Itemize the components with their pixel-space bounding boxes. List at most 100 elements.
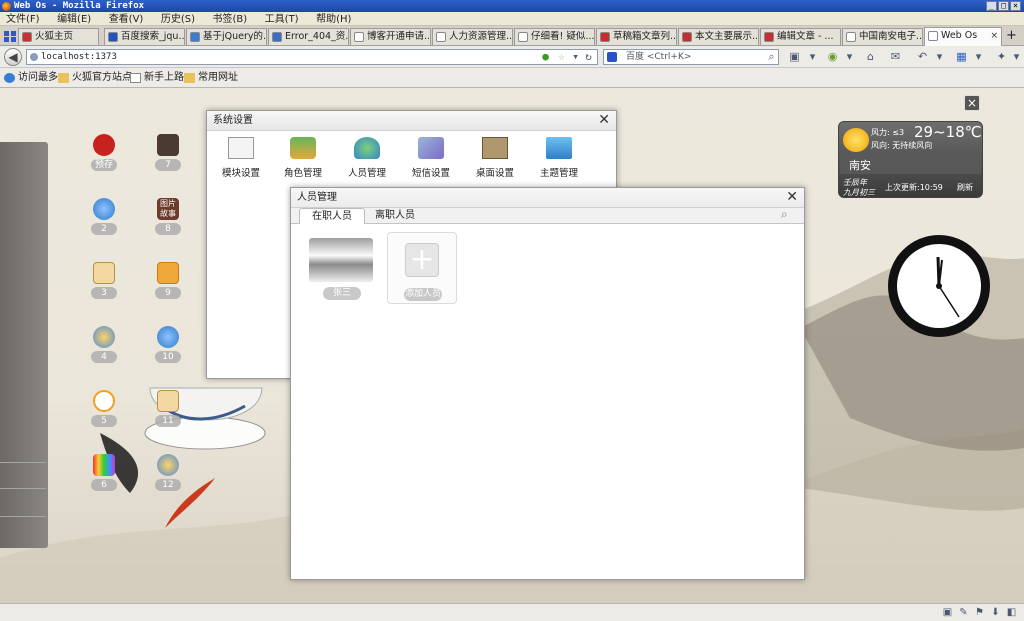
menu-edit[interactable]: 编辑(E): [57, 13, 91, 27]
close-icon[interactable]: ✕: [598, 111, 610, 130]
dropdown-arrow-icon[interactable]: ▾: [569, 50, 582, 63]
desktop-icon-12[interactable]: 12: [155, 454, 181, 496]
bookmark-most-visited[interactable]: 访问最多: [4, 71, 58, 85]
mail-icon[interactable]: ✉: [889, 50, 902, 63]
users-icon: [354, 137, 380, 159]
window-title-bar: 系统设置 ✕: [207, 111, 616, 131]
back-button[interactable]: ◀: [4, 48, 22, 66]
browser-tab[interactable]: Web Os ×: [924, 27, 1002, 46]
maximize-button[interactable]: □: [998, 1, 1009, 11]
download-icon[interactable]: ⬇: [990, 607, 1001, 618]
card-label: 张三: [323, 287, 361, 300]
desktop-settings-button[interactable]: 桌面设置: [467, 137, 523, 179]
sms-settings-button[interactable]: 短信设置: [403, 137, 459, 179]
reload-icon[interactable]: ↻: [582, 50, 595, 63]
addon-icon[interactable]: ◉: [826, 50, 839, 63]
undo-icon[interactable]: ↶: [916, 50, 929, 63]
url-bar[interactable]: localhost:1373 ● ☆ ▾ ↻: [26, 49, 598, 65]
bookmark-getting-started[interactable]: 新手上路: [130, 71, 184, 85]
tab-former-staff[interactable]: 离职人员: [363, 208, 427, 224]
left-dock-panel: [0, 142, 48, 548]
icon-label: 6: [91, 479, 117, 491]
city-name: 南安: [849, 159, 871, 172]
refresh-link[interactable]: 刷新: [957, 182, 973, 193]
module-settings-button[interactable]: 模块设置: [213, 137, 269, 179]
browser-tab[interactable]: 火狐主页: [18, 28, 99, 45]
lunar-date: 九月初三: [843, 188, 875, 197]
tools-icon[interactable]: ✎: [958, 607, 969, 618]
new-tab-button[interactable]: +: [1006, 28, 1017, 44]
bookmark-common-sites[interactable]: 常用网址: [184, 71, 238, 85]
browser-tab[interactable]: 编辑文章 - ...: [760, 28, 841, 45]
tab-favicon-icon: [190, 32, 200, 42]
baidu-engine-icon[interactable]: [607, 52, 617, 62]
search-input[interactable]: 百度 <Ctrl+K> ⌕: [603, 49, 779, 65]
icon-label: 预存: [91, 159, 117, 171]
bookmarks-bar: 访问最多 火狐官方站点 新手上路 常用网址: [0, 68, 1024, 88]
menu-bookmarks[interactable]: 书签(B): [213, 13, 248, 27]
card-label: 添加人员: [404, 288, 442, 301]
menu-file[interactable]: 文件(F): [6, 13, 40, 27]
add-staff-card[interactable]: + 添加人员: [387, 232, 457, 304]
close-window-button[interactable]: ×: [1010, 1, 1021, 11]
staff-card-zhangsan[interactable]: 张三: [309, 232, 379, 304]
desktop-icon-3[interactable]: 3: [91, 262, 117, 304]
browser-tab[interactable]: 百度搜索_jqu...: [104, 28, 185, 45]
role-management-button[interactable]: 角色管理: [275, 137, 331, 179]
desktop-icon-4[interactable]: 4: [91, 326, 117, 368]
dropdown-arrow-icon[interactable]: ▾: [1010, 50, 1023, 63]
icon-label: 2: [91, 223, 117, 235]
dropdown-arrow-icon[interactable]: ▾: [806, 50, 819, 63]
browser-tab[interactable]: 博客开通申请...: [350, 28, 431, 45]
bookmark-star-icon[interactable]: ☆: [555, 50, 568, 63]
theme-management-button[interactable]: 主题管理: [531, 137, 587, 179]
tab-label: 本文主要展示...: [695, 31, 759, 42]
desktop-icon-deposit[interactable]: 预存: [91, 134, 117, 176]
most-visited-icon: [4, 73, 15, 83]
dropdown-arrow-icon[interactable]: ▾: [843, 50, 856, 63]
desktop-icon-2[interactable]: 2: [91, 198, 117, 240]
tab-active-staff[interactable]: 在职人员: [299, 208, 365, 224]
go-icon[interactable]: ●: [539, 50, 552, 63]
browser-tab[interactable]: 本文主要展示...: [678, 28, 759, 45]
search-icon[interactable]: ⌕: [781, 207, 788, 222]
menu-tools[interactable]: 工具(T): [265, 13, 299, 27]
browser-tab[interactable]: Error_404_资...: [268, 28, 349, 45]
personnel-management-button[interactable]: 人员管理: [339, 137, 395, 179]
tools-icon[interactable]: ✦: [995, 50, 1008, 63]
bookmark-firefox-site[interactable]: 火狐官方站点: [58, 71, 132, 85]
browser-tab[interactable]: 草稿箱文章列...: [596, 28, 677, 45]
close-widget-button[interactable]: ×: [964, 95, 980, 111]
browser-tab[interactable]: 人力资源管理...: [432, 28, 513, 45]
screenshot-icon[interactable]: ▣: [788, 50, 801, 63]
tab-favicon-icon: [518, 32, 528, 42]
minimize-button[interactable]: _: [986, 1, 997, 11]
dropdown-arrow-icon[interactable]: ▾: [933, 50, 946, 63]
roles-icon: [290, 137, 316, 159]
dropdown-arrow-icon[interactable]: ▾: [972, 50, 985, 63]
home-icon[interactable]: ⌂: [864, 50, 877, 63]
menu-help[interactable]: 帮助(H): [316, 13, 351, 27]
apps-grid-icon[interactable]: ▦: [955, 50, 968, 63]
desktop-icon-7[interactable]: 7: [155, 134, 181, 176]
desktop-icon-6[interactable]: 6: [91, 454, 117, 496]
addon-bar-icon[interactable]: ◧: [1006, 607, 1017, 618]
butterfly-icon: [93, 326, 115, 348]
desktop-icon-9[interactable]: 9: [155, 262, 181, 304]
color-palette-icon: [93, 454, 115, 476]
screen-icon[interactable]: ▣: [942, 607, 953, 618]
desktop-icon-11[interactable]: 11: [155, 390, 181, 432]
desktop-icon-8[interactable]: 图片 故事 8: [155, 198, 181, 240]
browser-tab[interactable]: 中国南安电子...: [842, 28, 923, 45]
speed-icon[interactable]: ⚑: [974, 607, 985, 618]
menu-history[interactable]: 历史(S): [161, 13, 195, 27]
desktop-icon-5[interactable]: 5: [91, 390, 117, 432]
browser-tab[interactable]: 仔细看! 疑似...: [514, 28, 595, 45]
browser-tab[interactable]: 基于jQuery的...: [186, 28, 267, 45]
tab-groups-icon[interactable]: [3, 30, 17, 43]
menu-view[interactable]: 查看(V): [109, 13, 144, 27]
close-icon[interactable]: ✕: [786, 188, 798, 207]
search-icon[interactable]: ⌕: [765, 50, 778, 63]
desktop-icon-10[interactable]: 10: [155, 326, 181, 368]
close-tab-icon[interactable]: ×: [990, 28, 998, 44]
